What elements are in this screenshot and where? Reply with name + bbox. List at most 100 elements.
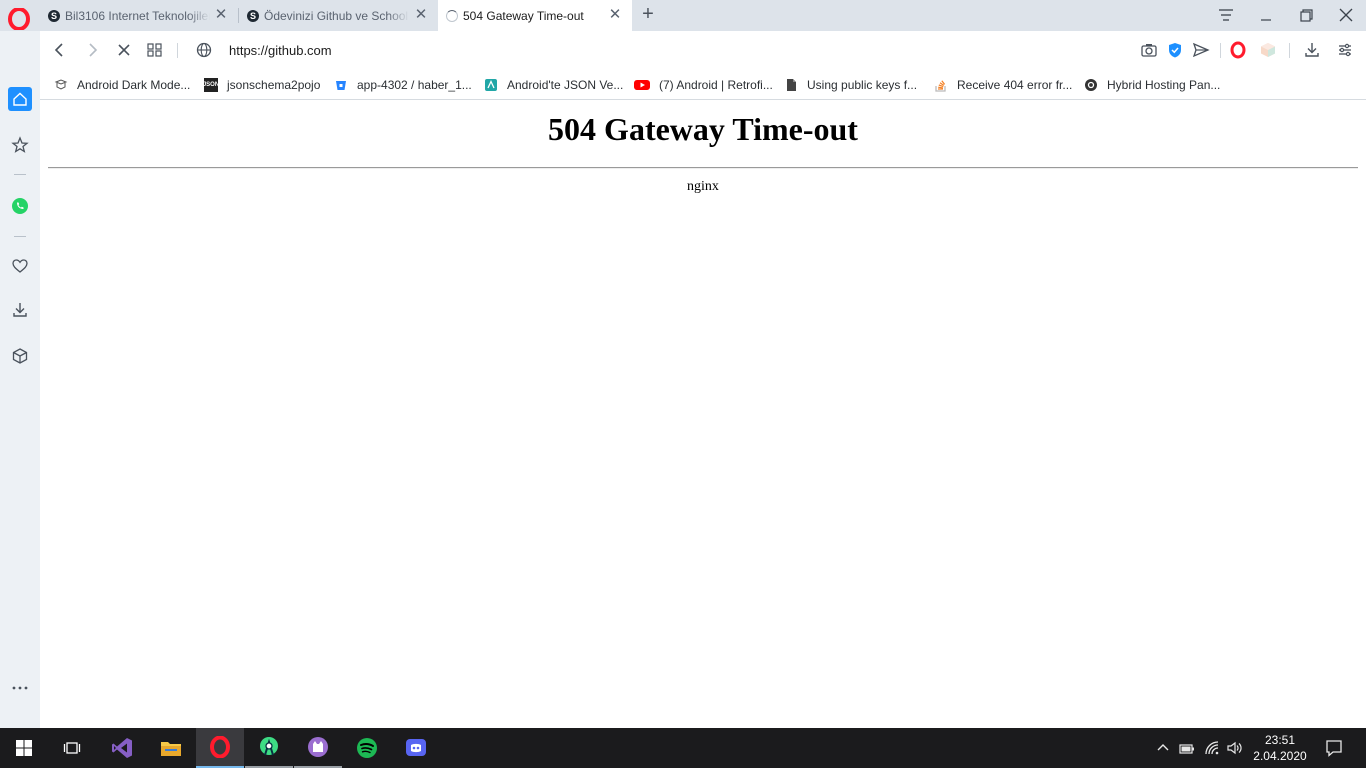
clock-time: 23:51 xyxy=(1264,733,1296,747)
download-icon[interactable] xyxy=(1303,41,1321,59)
bookmark-using-public-keys[interactable]: Using public keys f... xyxy=(784,75,917,95)
taskbar-file-explorer[interactable] xyxy=(147,728,195,768)
bookmark-android-dark-mode[interactable]: Android Dark Mode... xyxy=(54,75,190,95)
bookmark-label: Hybrid Hosting Pan... xyxy=(1107,78,1221,92)
adblock-shield-icon[interactable] xyxy=(1166,41,1184,59)
bookmarks-bar: Android Dark Mode... JSON jsonschema2poj… xyxy=(40,70,1366,100)
tab-label: 504 Gateway Time-out xyxy=(463,8,584,23)
folder-icon xyxy=(161,742,181,756)
stop-loading-icon[interactable] xyxy=(114,40,134,60)
volume-icon[interactable] xyxy=(1226,740,1242,756)
cube-extension-icon[interactable] xyxy=(1259,41,1277,59)
tab-bar: S Bil3106 Internet Teknolojileri ✕ S Öde… xyxy=(0,0,1366,31)
minimize-window-icon[interactable] xyxy=(1254,4,1278,26)
android-studio-icon xyxy=(260,737,278,756)
start-button[interactable] xyxy=(0,728,48,768)
bookmark-label: Receive 404 error fr... xyxy=(957,78,1073,92)
speed-dial-home-button[interactable] xyxy=(8,87,32,111)
task-view-button[interactable] xyxy=(48,728,96,768)
opera-menu-icon[interactable] xyxy=(8,8,30,30)
opera-icon xyxy=(210,736,230,758)
easy-setup-icon[interactable] xyxy=(1336,41,1354,59)
spotify-icon xyxy=(357,738,377,758)
stackoverflow-icon xyxy=(935,80,946,92)
windows-taskbar: 23:51 2.04.2020 xyxy=(0,728,1366,768)
bookmark-app-4302[interactable]: app-4302 / haber_1... xyxy=(334,75,472,95)
url-input[interactable]: https://github.com xyxy=(229,43,332,58)
sidebar-divider xyxy=(14,174,26,175)
cube-icon xyxy=(12,348,28,364)
windows-logo-icon xyxy=(16,740,32,756)
camera-snapshot-icon[interactable] xyxy=(1140,41,1158,59)
star-icon xyxy=(11,136,29,153)
speed-dial-icon[interactable] xyxy=(145,40,165,60)
toolbar-divider xyxy=(1289,43,1290,58)
battery-icon[interactable] xyxy=(1179,740,1195,756)
bookmark-label: app-4302 / haber_1... xyxy=(357,78,472,92)
extensions-button[interactable] xyxy=(8,344,32,368)
opera-extension-icon[interactable] xyxy=(1229,41,1247,59)
bookmark-android-retrofit[interactable]: (7) Android | Retrofi... xyxy=(634,75,773,95)
tab-bil3106[interactable]: S Bil3106 Internet Teknolojileri ✕ xyxy=(40,0,238,31)
my-flow-button[interactable] xyxy=(8,254,32,278)
address-bar: https://github.com xyxy=(40,31,1366,70)
wifi-icon[interactable] xyxy=(1204,740,1220,756)
bookmarks-button[interactable] xyxy=(8,133,32,157)
tab-menu-icon[interactable] xyxy=(1214,4,1238,26)
taskbar-android-studio[interactable] xyxy=(245,728,293,768)
tab-favicon-icon: S xyxy=(48,9,60,22)
github-desktop-icon xyxy=(308,737,328,757)
tab-label: Bil3106 Internet Teknolojileri xyxy=(65,8,210,23)
downloads-button[interactable] xyxy=(8,298,32,322)
taskbar-opera[interactable] xyxy=(196,728,244,768)
task-view-icon xyxy=(63,742,81,754)
opera-sidebar xyxy=(0,31,40,728)
taskbar-discord[interactable] xyxy=(392,728,440,768)
close-tab-icon[interactable]: ✕ xyxy=(414,7,428,22)
restore-window-icon[interactable] xyxy=(1294,4,1318,26)
taskbar-visual-studio[interactable] xyxy=(98,728,146,768)
taskbar-spotify[interactable] xyxy=(343,728,391,768)
tab-label: Ödevinizi Github ve SchoolLMS xyxy=(264,8,409,23)
bookmark-label: Using public keys f... xyxy=(807,78,918,92)
bookmark-receive-404-error[interactable]: Receive 404 error fr... xyxy=(934,75,1072,95)
json-logo-icon: JSON xyxy=(203,78,219,92)
bookmark-label: Android Dark Mode... xyxy=(77,78,191,92)
bookmark-label: jsonschema2pojo xyxy=(227,78,321,92)
show-hidden-icons-icon[interactable] xyxy=(1155,740,1171,756)
globe-icon[interactable] xyxy=(194,40,214,60)
tab-504-gateway-timeout[interactable]: 504 Gateway Time-out ✕ xyxy=(438,0,632,31)
action-center-icon[interactable] xyxy=(1325,739,1343,757)
new-tab-button[interactable]: + xyxy=(638,4,658,25)
send-icon[interactable] xyxy=(1192,41,1210,59)
heart-icon xyxy=(12,259,28,273)
home-icon xyxy=(13,92,27,106)
bookmark-androidte-json[interactable]: Android'te JSON Ve... xyxy=(484,75,623,95)
tab-favicon-icon: S xyxy=(247,9,259,22)
sidebar-divider xyxy=(14,236,26,237)
server-signature: nginx xyxy=(687,179,719,194)
close-tab-icon[interactable]: ✕ xyxy=(608,7,622,22)
close-tab-icon[interactable]: ✕ xyxy=(214,7,228,22)
bookmark-jsonschema2pojo[interactable]: JSON jsonschema2pojo xyxy=(203,75,321,95)
whatsapp-button[interactable] xyxy=(8,194,32,218)
page-content: 504 Gateway Time-out nginx xyxy=(40,101,1366,728)
close-window-icon[interactable] xyxy=(1334,4,1358,26)
whatsapp-icon xyxy=(12,198,28,214)
bookmark-hybrid-hosting-panel[interactable]: Hybrid Hosting Pan... xyxy=(1084,75,1220,95)
bookmark-site-icon xyxy=(485,79,497,91)
toolbar-divider xyxy=(1220,43,1221,58)
sidebar-more-button[interactable] xyxy=(8,676,32,700)
taskbar-github-desktop[interactable] xyxy=(294,728,342,768)
bookmark-label: Android'te JSON Ve... xyxy=(507,78,624,92)
system-clock[interactable]: 23:51 2.04.2020 xyxy=(1252,732,1308,764)
tab-odevinizi[interactable]: S Ödevinizi Github ve SchoolLMS ✕ xyxy=(239,0,438,31)
visual-studio-icon xyxy=(112,738,132,758)
document-icon xyxy=(787,79,796,91)
toolbar-divider xyxy=(177,43,178,58)
back-icon[interactable] xyxy=(50,40,70,60)
bitbucket-icon xyxy=(336,81,346,90)
page-divider xyxy=(48,167,1358,169)
hosting-panel-icon xyxy=(1085,79,1097,91)
forward-icon[interactable] xyxy=(82,40,102,60)
